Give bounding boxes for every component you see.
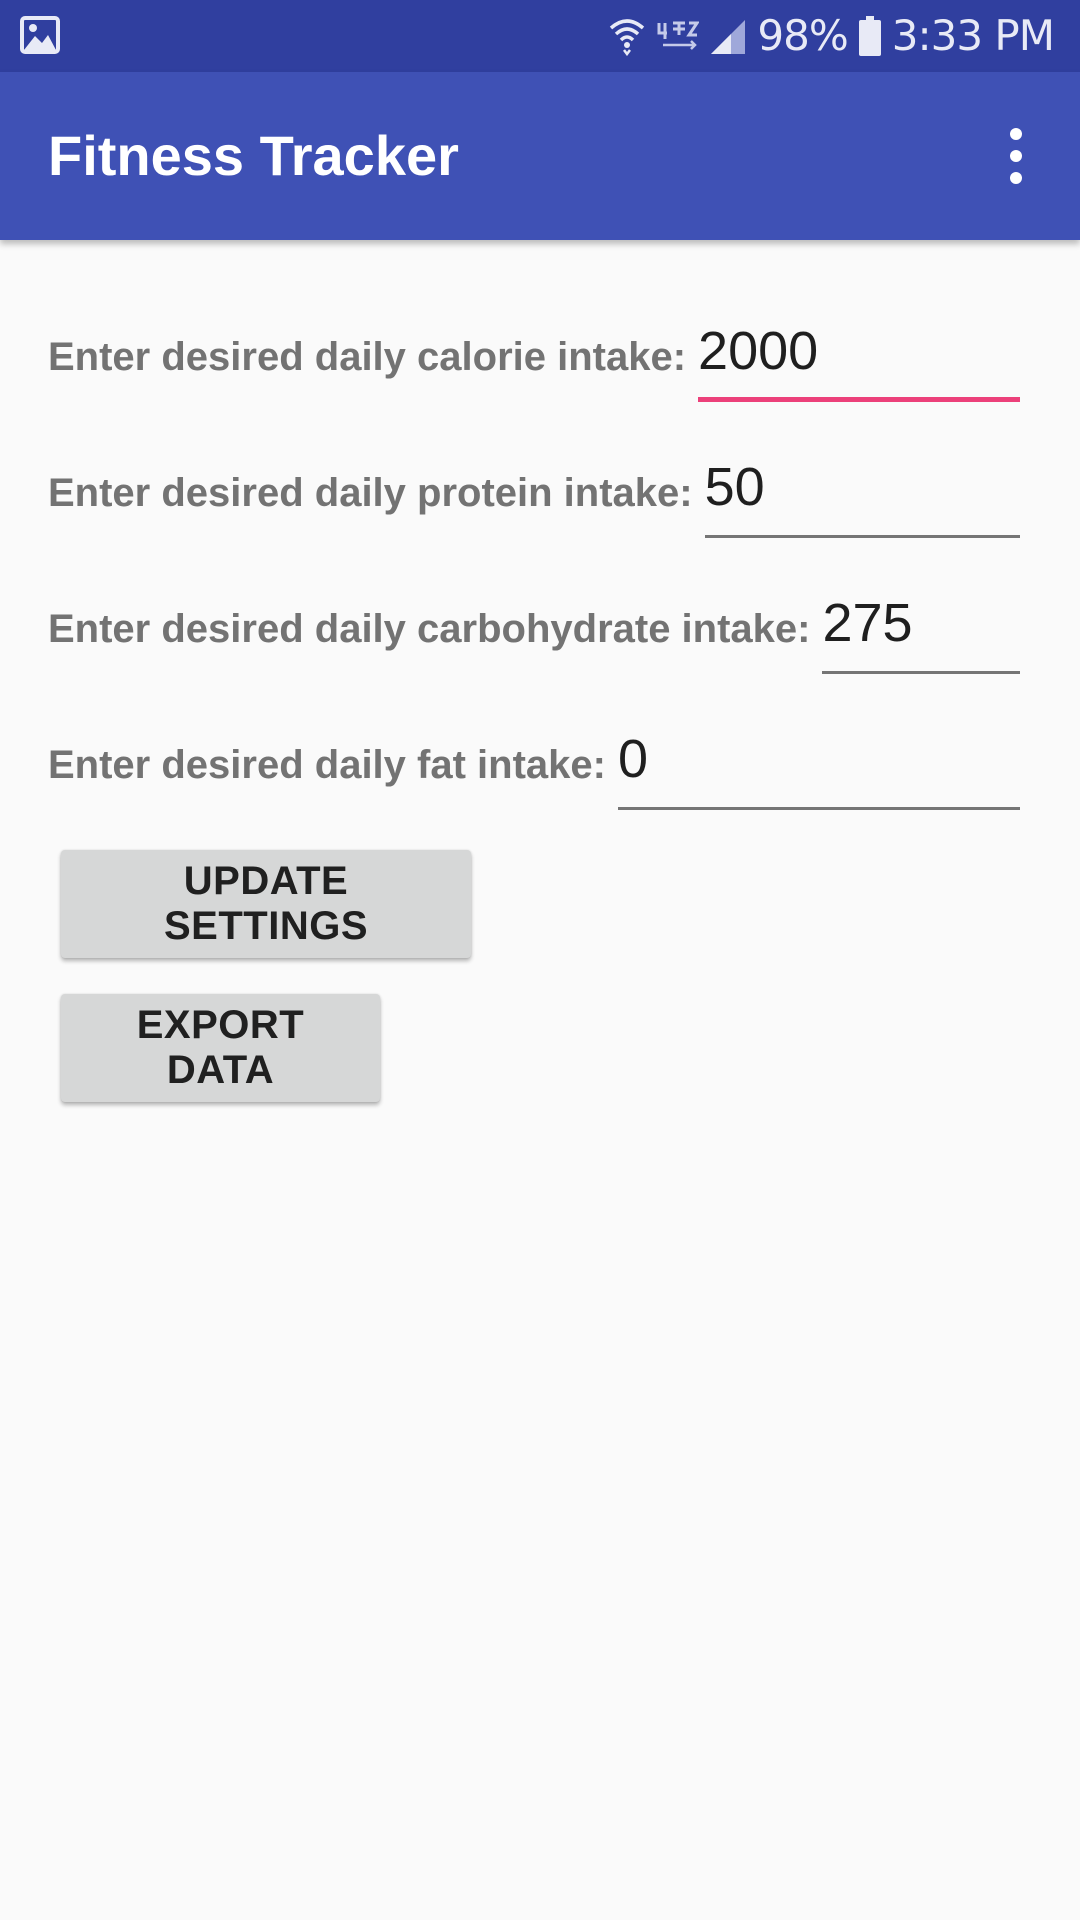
carbohydrate-label: Enter desired daily carbohydrate intake: (48, 606, 811, 651)
export-data-button[interactable]: EXPORT DATA (61, 994, 380, 1102)
carbohydrate-input[interactable] (822, 588, 1020, 658)
fat-underline (617, 807, 1020, 810)
fat-input[interactable] (617, 724, 1020, 794)
fat-field (617, 710, 1020, 820)
protein-field (704, 438, 1020, 548)
calorie-row: Enter desired daily calorie intake: (48, 302, 1020, 412)
overflow-menu-icon[interactable] (982, 122, 1050, 190)
protein-label: Enter desired daily protein intake: (48, 470, 693, 515)
app-bar: Fitness Tracker (0, 72, 1080, 240)
volte-icon (657, 21, 700, 50)
protein-input[interactable] (704, 452, 1020, 522)
update-settings-button[interactable]: UPDATE SETTINGS (61, 850, 471, 958)
fat-row: Enter desired daily fat intake: (48, 710, 1020, 820)
calorie-label: Enter desired daily calorie intake: (48, 334, 687, 379)
calorie-input[interactable] (698, 316, 1020, 386)
status-indicators: 98% 3:33 PM (609, 0, 1055, 72)
battery-percent: 98% (757, 11, 848, 60)
app-title: Fitness Tracker (48, 124, 459, 187)
protein-underline (704, 535, 1020, 538)
calorie-field (698, 302, 1020, 412)
fat-label: Enter desired daily fat intake: (48, 742, 606, 787)
battery-icon (858, 16, 881, 56)
status-bar: 98% 3:33 PM (0, 0, 1080, 72)
carbohydrate-field (822, 574, 1020, 684)
wifi-icon (610, 19, 645, 56)
carbohydrate-row: Enter desired daily carbohydrate intake: (48, 574, 1020, 684)
protein-row: Enter desired daily protein intake: (48, 438, 1020, 548)
signal-icon (711, 20, 746, 54)
gallery-icon (20, 16, 60, 54)
carbohydrate-underline (822, 671, 1020, 674)
clock: 3:33 PM (891, 11, 1055, 60)
calorie-underline (698, 397, 1020, 402)
